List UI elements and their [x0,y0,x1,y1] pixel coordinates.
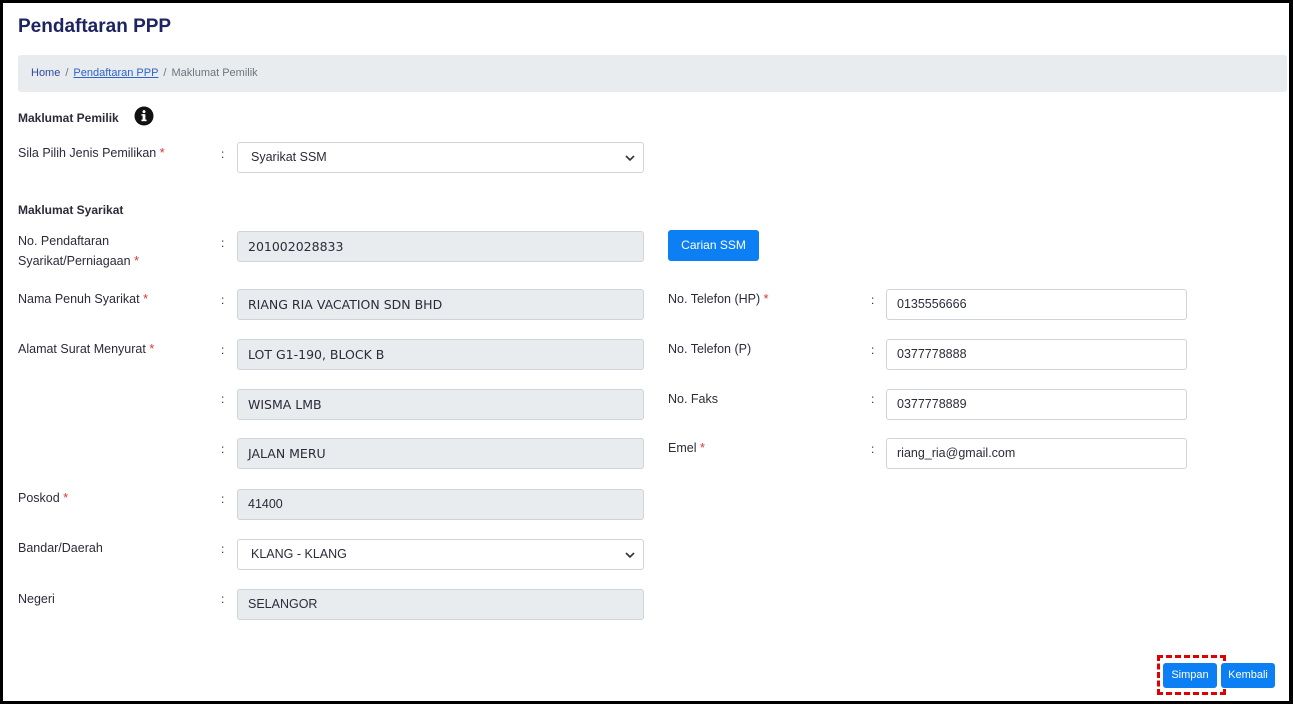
state-label: Negeri [18,592,55,606]
colon: : [221,236,225,250]
chevron-down-icon [625,552,635,559]
colon: : [221,542,225,556]
info-icon[interactable] [134,106,154,126]
city-value: KLANG - KLANG [251,547,347,561]
fax-input[interactable]: 0377778889 [886,389,1187,420]
city-select[interactable]: KLANG - KLANG [237,539,644,570]
state-input[interactable]: SELANGOR [237,589,644,620]
colon: : [221,293,225,307]
page-title: Pendaftaran PPP [18,16,172,37]
breadcrumb-pendaftaran[interactable]: Pendaftaran PPP [73,67,158,79]
back-button[interactable]: Kembali [1221,663,1275,688]
address-label: Alamat Surat Menyurat * [18,342,155,356]
section-title-company: Maklumat Syarikat [18,203,124,217]
ownership-type-value: Syarikat SSM [251,150,327,164]
breadcrumb-separator: / [163,67,167,79]
breadcrumb-home[interactable]: Home [31,67,60,79]
colon: : [221,592,225,606]
ownership-type-label: Sila Pilih Jenis Pemilikan * [18,146,165,160]
section-title-owner: Maklumat Pemilik [18,111,119,125]
address-line-1-input[interactable]: LOT G1-190, BLOCK B [237,339,644,370]
email-input[interactable]: riang_ria@gmail.com [886,438,1187,469]
city-label: Bandar/Daerah [18,541,103,555]
breadcrumb-separator: / [65,67,69,79]
phone-hp-label: No. Telefon (HP) * [668,292,769,306]
colon: : [871,442,875,456]
save-button[interactable]: Simpan [1163,663,1217,688]
fax-label: No. Faks [668,392,719,406]
company-name-label: Nama Penuh Syarikat * [18,292,148,306]
colon: : [221,442,225,456]
colon: : [221,343,225,357]
colon: : [871,343,875,357]
colon: : [871,293,875,307]
colon: : [221,492,225,506]
phone-p-label: No. Telefon (P) [668,342,752,356]
carian-ssm-button[interactable]: Carian SSM [668,230,759,261]
breadcrumb: Home / Pendaftaran PPP / Maklumat Pemilik [18,55,1287,92]
reg-no-label: No. Pendaftaran Syarikat/Perniagaan * [18,234,139,268]
postcode-input[interactable]: 41400 [237,489,644,520]
address-line-3-input[interactable]: JALAN MERU [237,438,644,469]
colon: : [871,392,875,406]
chevron-down-icon [625,155,635,162]
email-label: Emel * [668,441,705,455]
breadcrumb-current: Maklumat Pemilik [171,67,258,79]
phone-hp-input[interactable]: 0135556666 [886,289,1187,320]
company-name-input[interactable]: RIANG RIA VACATION SDN BHD [237,289,644,320]
colon: : [221,147,225,161]
ownership-type-select[interactable]: Syarikat SSM [237,142,644,173]
postcode-label: Poskod * [18,491,69,505]
reg-no-input[interactable]: 201002028833 [237,231,644,262]
colon: : [221,392,225,406]
phone-p-input[interactable]: 0377778888 [886,339,1187,370]
address-line-2-input[interactable]: WISMA LMB [237,389,644,420]
